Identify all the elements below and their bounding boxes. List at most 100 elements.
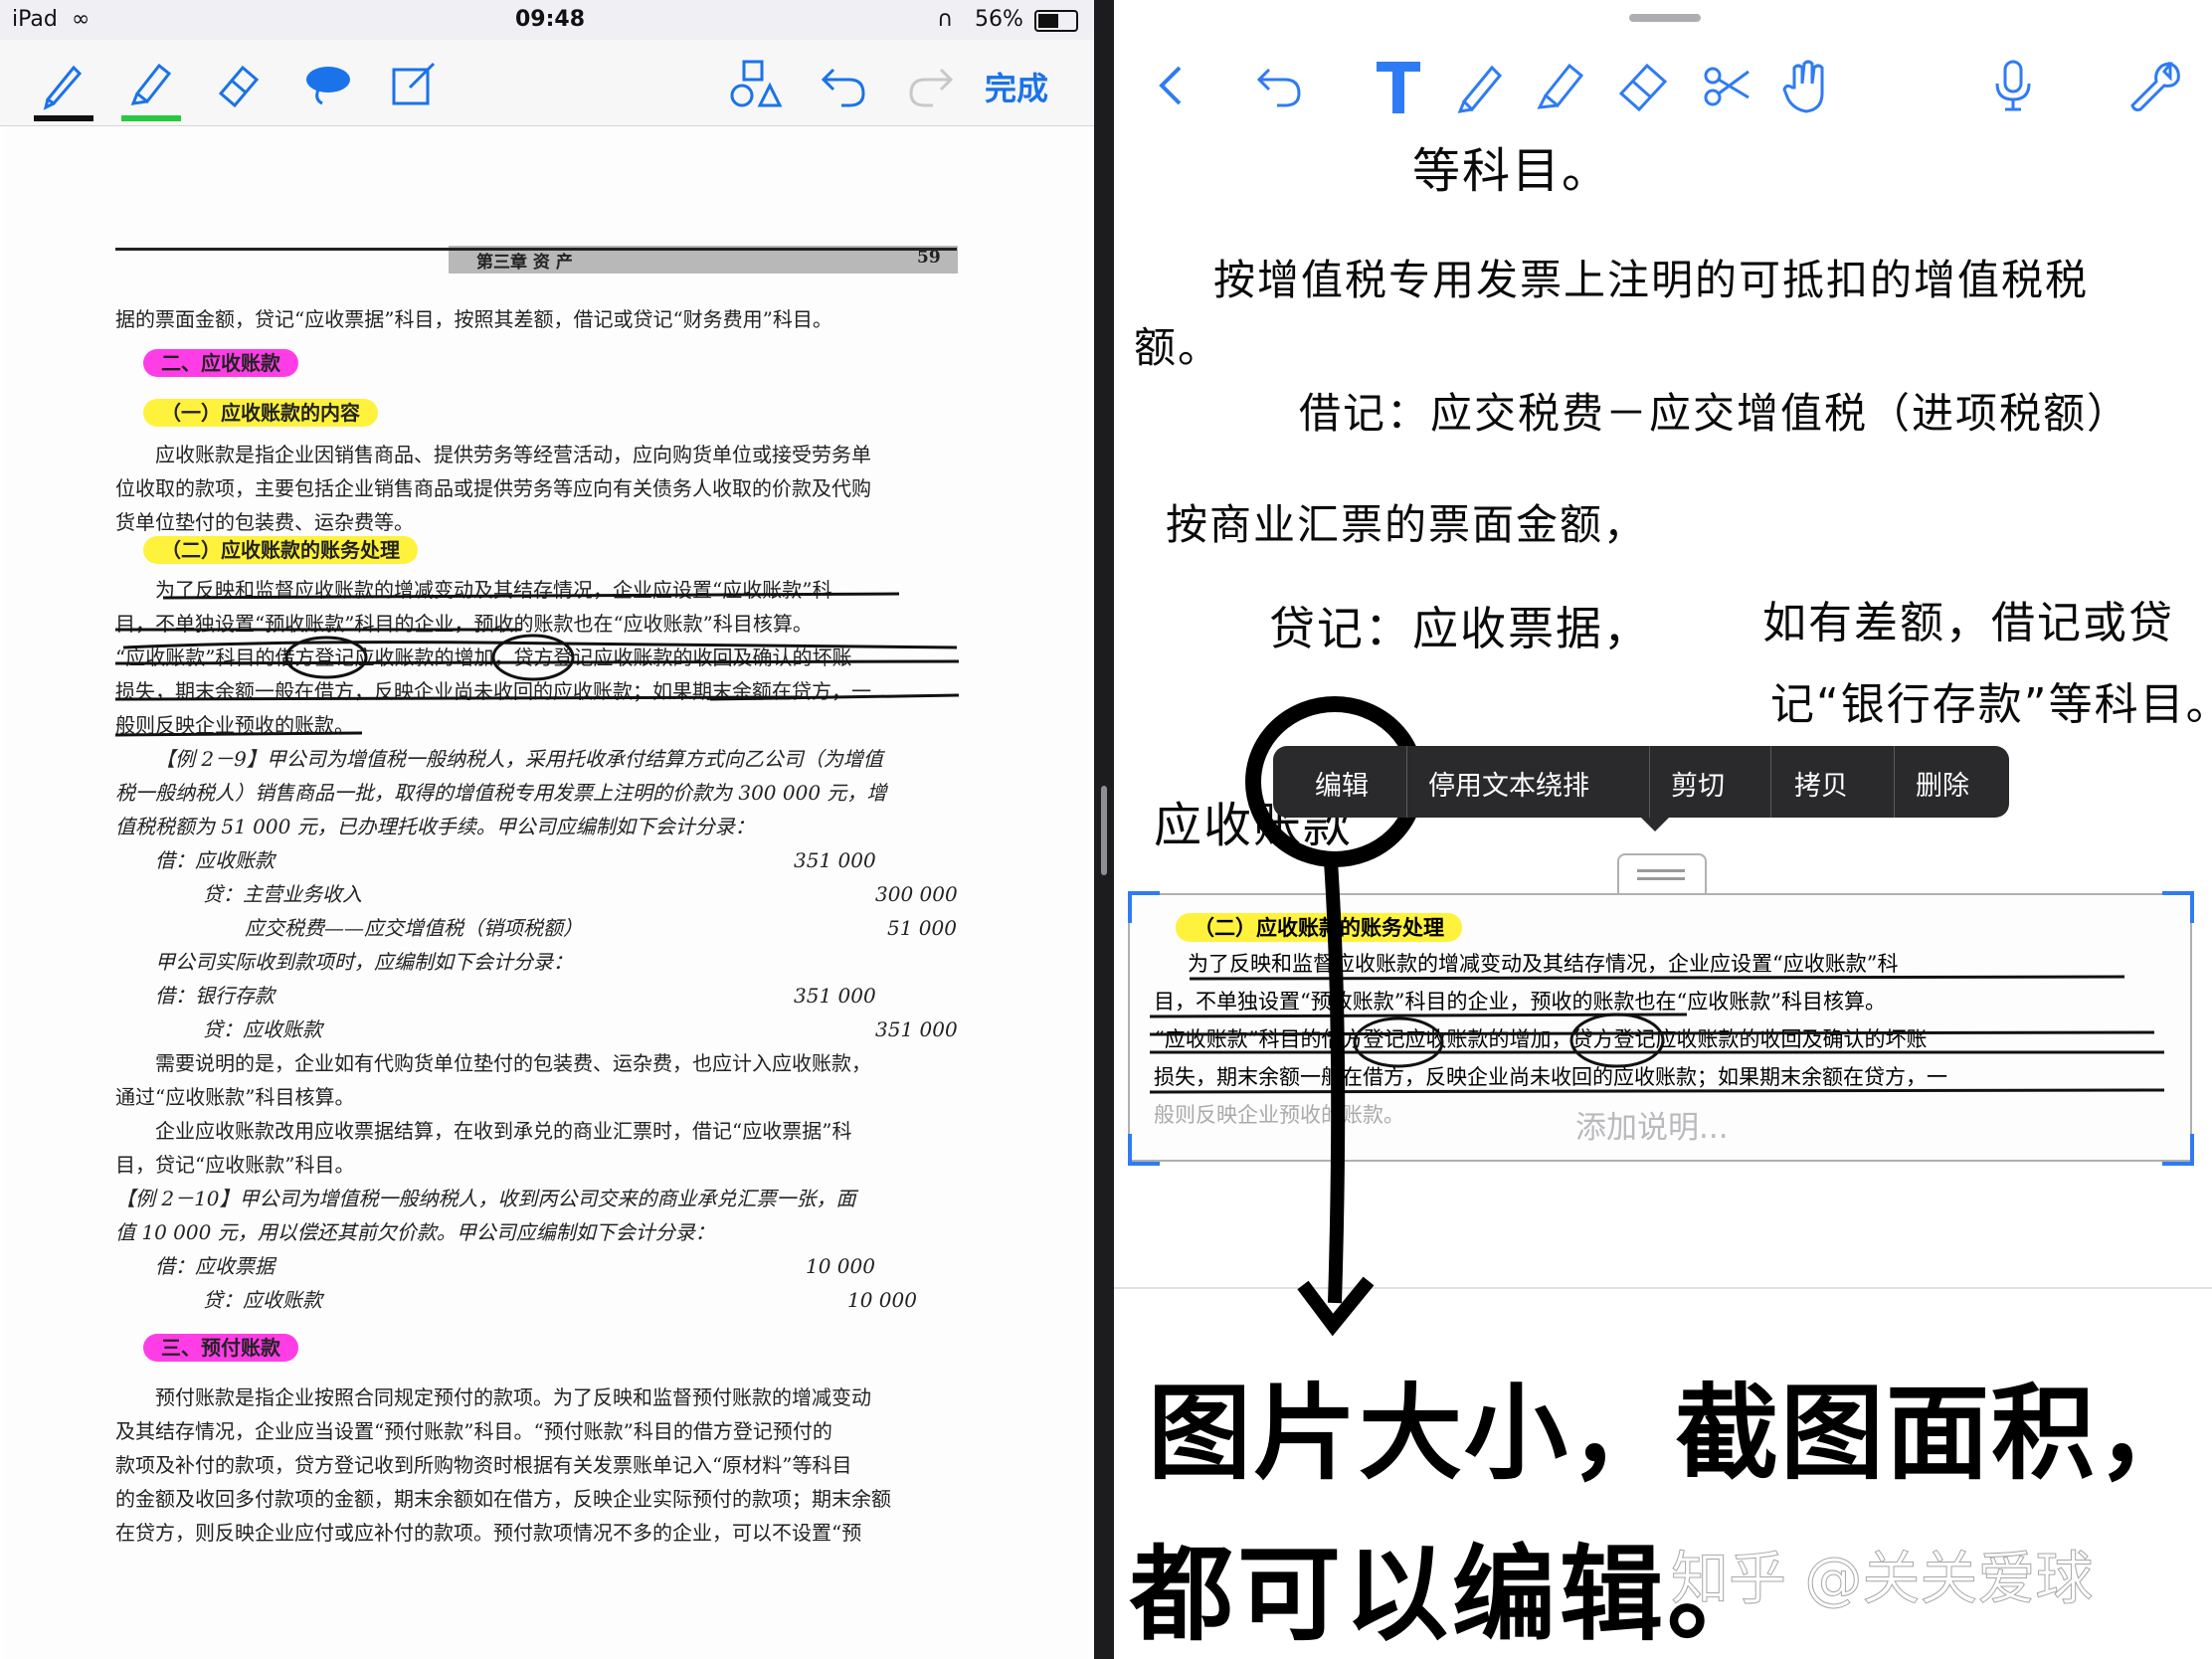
eraser-icon — [218, 65, 260, 108]
pen-tool-button[interactable] — [34, 54, 93, 121]
status-bar: iPad ∞ 09:48 ∩ 56% — [0, 0, 1094, 40]
notes-eraser-button[interactable] — [1611, 54, 1675, 117]
image-resize-tab[interactable] — [1617, 853, 1707, 895]
handwritten-note: 按增值税专用发票上注明的可抵扣的增值税税 — [1213, 256, 2090, 304]
notes-pen-button[interactable] — [1450, 54, 1514, 117]
battery-icon — [1034, 10, 1078, 32]
text-line: 应收账款是指企业因销售商品、提供劳务等经营活动，应向购货单位或接受劳务单 — [155, 443, 871, 466]
highlighter-tool-button[interactable] — [121, 54, 181, 121]
left-pdf-app: iPad ∞ 09:48 ∩ 56% 完成 第三章 资 产 59 据的票面金额，… — [0, 0, 1094, 1659]
menu-separator — [1649, 746, 1650, 818]
amount: 351 000 — [794, 848, 876, 872]
handwritten-note: 等科目。 — [1412, 143, 1612, 199]
example-line: 税一般纳税人）销售商品一批，取得的增值税专用发票上注明的价款为 300 000 … — [115, 781, 887, 805]
context-menu: 编辑 停用文本绕排 剪切 拷贝 删除 — [1273, 746, 2009, 818]
pen-color-indicator — [34, 115, 93, 121]
section-heading: 三、预付账款 — [143, 1334, 298, 1362]
text-line: 目，不单独设置“预收账款”科目的企业，预收的账款也在“应收账款”科目核算。 — [115, 612, 813, 636]
text-tool-button[interactable] — [1367, 54, 1430, 117]
shapes-button[interactable] — [726, 54, 786, 113]
amount: 51 000 — [887, 916, 957, 940]
journal-line: 贷：主营业务收入 — [203, 882, 362, 906]
eraser-tool-button[interactable] — [209, 54, 269, 113]
crop-handle-top-right[interactable] — [2162, 891, 2194, 923]
journal-line: 贷：应收账款 — [203, 1288, 322, 1312]
caption-placeholder[interactable]: 添加说明... — [1575, 1102, 1729, 1147]
text-line: 的金额及收回多付款项的金额，期末余额如在借方，反映企业实际预付的款项；期末余额 — [115, 1487, 891, 1511]
highlighter-icon — [1537, 63, 1584, 109]
settings-button[interactable] — [2124, 54, 2188, 117]
text-line: 货单位垫付的包装费、运杂费等。 — [115, 510, 414, 534]
grip-line — [1637, 869, 1685, 872]
subsection-heading: （一）应收账款的内容 — [143, 399, 378, 427]
handwritten-note: 借记：应交税费－应交增值税（进项税额） — [1299, 389, 2131, 438]
note-divider — [1114, 1287, 2212, 1289]
text-line: 在贷方，则反映企业应付或应补付的款项。预付款项情况不多的企业，可以不设置“预 — [115, 1521, 862, 1545]
clock: 09:48 — [515, 7, 586, 32]
wrench-icon — [2130, 61, 2180, 111]
scissors-button[interactable] — [1695, 54, 1758, 117]
notes-undo-button[interactable] — [1247, 54, 1311, 117]
journal-line: 应交税费——应交增值税（销项税额） — [245, 916, 583, 940]
split-view-divider[interactable] — [1094, 0, 1114, 1659]
crop-handle-top-left[interactable] — [1128, 891, 1160, 923]
amount: 351 000 — [875, 1017, 958, 1041]
highlighter-color-indicator — [121, 115, 181, 121]
text-line: 预付账款是指企业按照合同规定预付的款项。为了反映和监督预付账款的增减变动 — [155, 1385, 871, 1409]
done-button[interactable]: 完成 — [985, 64, 1048, 109]
lasso-icon — [306, 67, 350, 105]
example-line: 【例 2－9】甲公司为增值税一般纳税人，采用托收承付结算方式向乙公司（为增值 — [155, 747, 883, 771]
menu-cut[interactable]: 剪切 — [1671, 764, 1725, 803]
hand-button[interactable] — [1774, 54, 1838, 117]
notes-highlighter-button[interactable] — [1530, 54, 1593, 117]
context-menu-pointer — [1641, 818, 1669, 831]
battery-percent: 56% — [975, 7, 1023, 32]
shapes-icon — [730, 60, 783, 107]
eraser-icon — [1618, 63, 1668, 112]
journal-line: 借：应收账款 — [155, 848, 275, 872]
journal-line: 贷：应收账款 — [203, 1017, 322, 1041]
lasso-tool-button[interactable] — [296, 54, 356, 113]
pdf-page: 第三章 资 产 59 据的票面金额，贷记“应收票据”科目，按照其差额，借记或贷记… — [4, 126, 1094, 1659]
menu-separator — [1406, 746, 1407, 818]
menu-delete[interactable]: 删除 — [1916, 764, 1969, 803]
edit-square-icon — [392, 62, 436, 105]
undo-icon — [1256, 68, 1301, 107]
example-line: 【例 2－10】甲公司为增值税一般纳税人，收到丙公司交来的商业承兑汇票一张，面 — [115, 1187, 856, 1210]
menu-copy[interactable]: 拷贝 — [1794, 764, 1848, 803]
microphone-button[interactable] — [1981, 54, 2045, 117]
hand-icon — [1782, 60, 1824, 113]
crop-handle-bottom-left[interactable] — [1128, 1134, 1160, 1166]
divider-handle[interactable] — [1101, 786, 1107, 875]
chapter-title: 第三章 资 产 — [476, 253, 573, 273]
undo-icon — [821, 68, 865, 107]
section-heading: 二、应收账款 — [143, 349, 298, 377]
highlighter-icon — [130, 63, 172, 105]
undo-button[interactable] — [814, 54, 873, 113]
text-line: 为了反映和监督应收账款的增减变动及其结存情况，企业应设置“应收账款”科 — [155, 578, 832, 602]
text-box-tool-button[interactable] — [384, 54, 444, 113]
menu-edit[interactable]: 编辑 — [1315, 764, 1369, 803]
page-number: 59 — [917, 248, 941, 268]
redo-icon — [909, 68, 954, 107]
menu-separator — [1894, 746, 1895, 818]
example-line: 值 10 000 元，用以偿还其前欠价款。甲公司应编制如下会计分录： — [115, 1220, 715, 1244]
amount: 351 000 — [794, 984, 876, 1008]
handwritten-note: 如有差额，借记或贷 — [1762, 598, 2174, 648]
handwritten-note: 记“银行存款”等科目。 — [1770, 679, 2212, 730]
grip-line — [1637, 877, 1685, 880]
pen-icon — [43, 65, 83, 110]
crop-handle-bottom-right[interactable] — [2162, 1134, 2194, 1166]
handwritten-note-big: 图片大小，截图面积， — [1148, 1373, 2203, 1494]
text-line: 般则反映企业预收的账款。 — [115, 713, 354, 737]
link-icon: ∞ — [72, 7, 91, 32]
back-button[interactable] — [1140, 54, 1203, 117]
device-label: iPad — [12, 7, 58, 32]
text-line: “应收账款”科目的借方登记应收账款的增加，贷方登记应收账款的收回及确认的坏账 — [115, 645, 852, 669]
amount: 300 000 — [875, 882, 958, 906]
subsection-heading: （二）应收账款的账务处理 — [143, 536, 418, 564]
window-grabber[interactable] — [1629, 14, 1701, 22]
redo-button[interactable] — [901, 54, 961, 113]
menu-disable-text-wrap[interactable]: 停用文本绕排 — [1428, 764, 1589, 803]
pen-icon — [1457, 65, 1503, 113]
